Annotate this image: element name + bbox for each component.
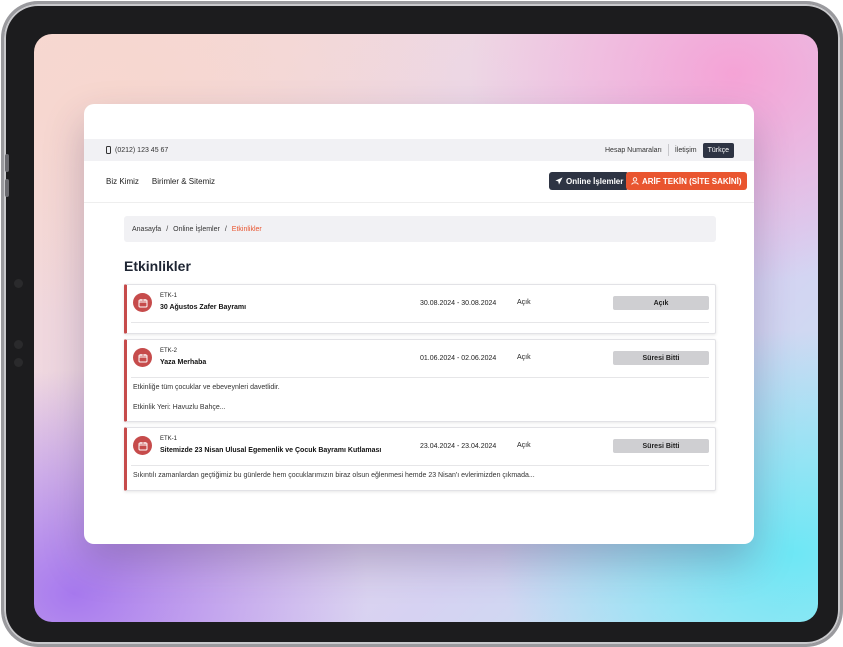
event-dates: 30.08.2024 - 30.08.2024 bbox=[420, 300, 497, 307]
divider bbox=[667, 144, 669, 156]
event-card[interactable]: ETK-2 Yaza Merhaba 01.06.2024 - 02.06.20… bbox=[124, 339, 716, 422]
breadcrumb: Anasayfa / Online İşlemler / Etkinlikler bbox=[124, 216, 716, 242]
event-card[interactable]: ETK-1 30 Ağustos Zafer Bayramı 30.08.202… bbox=[124, 284, 716, 334]
breadcrumb-separator: / bbox=[166, 225, 169, 233]
sensor-dot bbox=[14, 279, 23, 288]
event-title: Yaza Merhaba bbox=[160, 359, 207, 366]
event-status-text: Açık bbox=[517, 442, 531, 449]
event-description-line: Sıkıntılı zamanlardan geçtiğimiz bu günl… bbox=[133, 472, 535, 479]
contact-link[interactable]: İletişim bbox=[675, 147, 697, 154]
event-dates: 01.06.2024 - 02.06.2024 bbox=[420, 355, 497, 362]
account-numbers-link[interactable]: Hesap Numaraları bbox=[605, 147, 662, 154]
phone-icon bbox=[106, 146, 111, 154]
event-title: 30 Ağustos Zafer Bayramı bbox=[160, 304, 247, 311]
divider bbox=[131, 322, 709, 323]
event-code: ETK-1 bbox=[160, 436, 178, 442]
sensor-dot bbox=[14, 340, 23, 349]
language-button[interactable]: Türkçe bbox=[702, 142, 734, 158]
page-title: Etkinlikler bbox=[124, 258, 191, 274]
event-description-line: Etkinlik Yeri: Havuzlu Bahçe... bbox=[133, 404, 226, 411]
event-description-line: Etkinliğe tüm çocuklar ve ebeveynleri da… bbox=[133, 384, 280, 391]
user-account-label: ARİF TEKİN (SİTE SAKİNİ) bbox=[642, 176, 742, 186]
event-status-button[interactable]: Açık bbox=[613, 296, 709, 310]
calendar-icon bbox=[133, 436, 152, 455]
volume-up-button bbox=[5, 154, 9, 172]
divider bbox=[131, 465, 709, 466]
top-info-bar: (0212) 123 45 67 Hesap Numaraları İletiş… bbox=[84, 139, 754, 161]
calendar-icon bbox=[133, 348, 152, 367]
breadcrumb-separator: / bbox=[224, 225, 227, 233]
sensor-dot bbox=[14, 358, 23, 367]
nav-link-units[interactable]: Birimler & Sitemiz bbox=[152, 177, 215, 186]
event-status-button[interactable]: Süresi Bitti bbox=[613, 351, 709, 365]
breadcrumb-current: Etkinlikler bbox=[231, 225, 262, 233]
calendar-icon bbox=[133, 293, 152, 312]
event-dates: 23.04.2024 - 23.04.2024 bbox=[420, 443, 497, 450]
nav-link-about[interactable]: Biz Kimiz bbox=[106, 177, 139, 186]
event-code: ETK-1 bbox=[160, 293, 178, 299]
event-status-text: Açık bbox=[517, 299, 531, 306]
event-card[interactable]: ETK-1 Sitemizde 23 Nisan Ulusal Egemenli… bbox=[124, 427, 716, 491]
breadcrumb-online-operations[interactable]: Online İşlemler bbox=[173, 226, 220, 233]
online-operations-button[interactable]: Online İşlemler bbox=[549, 172, 630, 190]
online-operations-label: Online İşlemler bbox=[566, 176, 624, 186]
volume-down-button bbox=[5, 179, 9, 197]
paper-plane-icon bbox=[555, 177, 563, 185]
user-icon bbox=[631, 177, 639, 185]
user-account-button[interactable]: ARİF TEKİN (SİTE SAKİNİ) bbox=[626, 172, 747, 190]
phone-number: (0212) 123 45 67 bbox=[115, 146, 169, 154]
event-title: Sitemizde 23 Nisan Ulusal Egemenlik ve Ç… bbox=[160, 447, 382, 454]
event-status-text: Açık bbox=[517, 354, 531, 361]
browser-window: (0212) 123 45 67 Hesap Numaraları İletiş… bbox=[84, 104, 754, 544]
divider bbox=[131, 377, 709, 378]
event-status-button[interactable]: Süresi Bitti bbox=[613, 439, 709, 453]
event-code: ETK-2 bbox=[160, 348, 178, 354]
main-navbar: Biz Kimiz Birimler & Sitemiz Online İşle… bbox=[84, 161, 754, 203]
breadcrumb-home[interactable]: Anasayfa bbox=[132, 226, 161, 233]
phone-contact[interactable]: (0212) 123 45 67 bbox=[106, 146, 168, 154]
